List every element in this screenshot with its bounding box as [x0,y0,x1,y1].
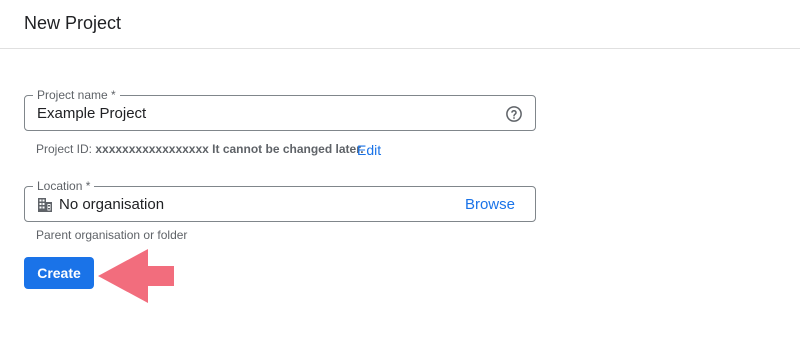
edit-project-id-link[interactable]: Edit [357,142,381,158]
browse-button[interactable]: Browse [465,196,515,214]
location-field[interactable]: Location * No organisation Browse [24,179,536,222]
location-value: No organisation [59,196,165,213]
project-name-input[interactable]: Example Project [37,105,146,123]
project-name-field[interactable]: Project name * Example Project [24,88,536,131]
create-button[interactable]: Create [24,257,94,289]
location-label: Location * [33,179,95,193]
project-id-warning: It cannot be changed later. [212,142,364,156]
project-id-hint: Project ID: xxxxxxxxxxxxxxxxx It cannot … [36,142,364,156]
building-icon [38,198,52,212]
help-circle-icon[interactable] [505,105,523,123]
page-title: New Project [24,13,122,33]
pointer-arrow-icon [98,249,174,303]
page-header: New Project [0,0,800,49]
project-id-prefix: Project ID: [36,142,93,156]
project-name-label: Project name * [33,88,120,102]
project-id-value: xxxxxxxxxxxxxxxxx [95,142,209,156]
location-hint: Parent organisation or folder [36,228,188,242]
